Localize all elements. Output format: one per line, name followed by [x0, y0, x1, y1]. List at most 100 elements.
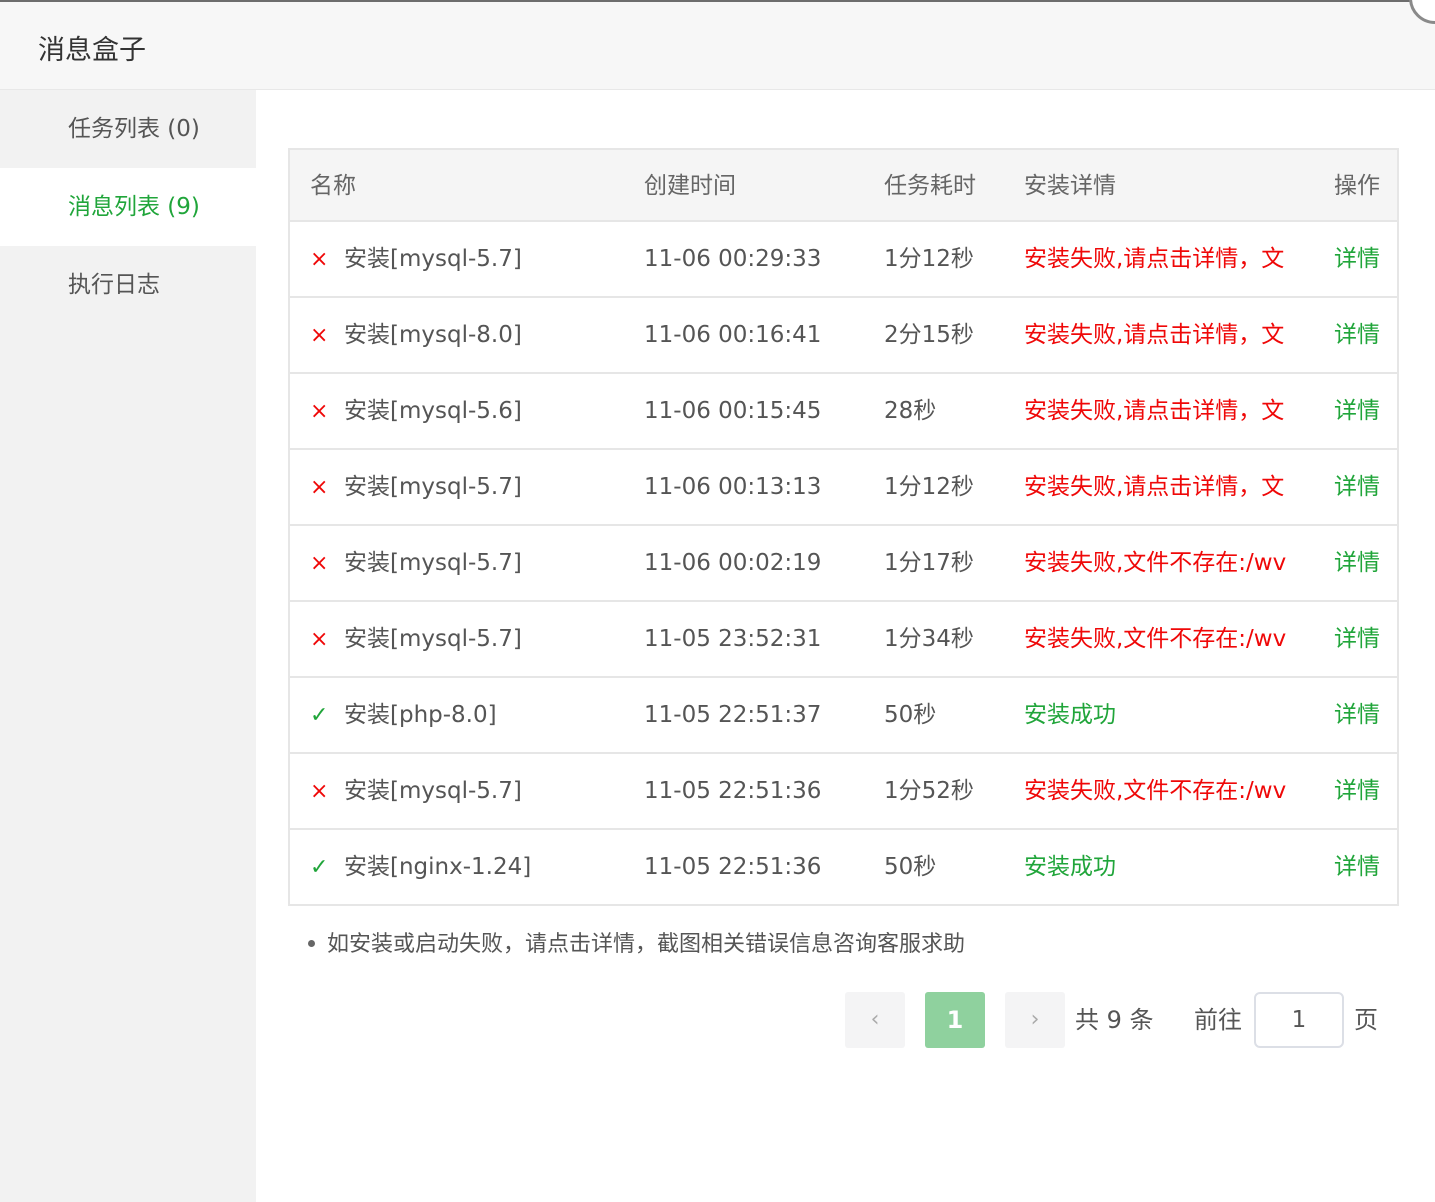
column-header-name: 名称 [310, 173, 356, 199]
task-name-cell: × 安装[mysql-5.7] [310, 602, 640, 677]
message-box-dialog: 消息盒子 任务列表 (0) 消息列表 (9) 执行日志 名称 创建时间 任务耗时… [0, 0, 1435, 1202]
help-tip-text: 如安装或启动失败，请点击详情，截图相关错误信息咨询客服求助 [327, 932, 966, 957]
column-header-created-time: 创建时间 [644, 173, 736, 199]
table-row: ✓ 安装[php-8.0] 11-05 22:51:37 50秒 安装成功 详情 [290, 678, 1397, 754]
task-duration: 1分12秒 [884, 474, 974, 500]
install-detail: 安装失败,文件不存在:/wv [1024, 550, 1287, 576]
page-number-1[interactable]: 1 [925, 992, 985, 1048]
task-name-cell: ✓ 安装[php-8.0] [310, 678, 640, 753]
detail-link[interactable]: 详情 [1334, 526, 1380, 600]
close-x-icon: × [310, 551, 329, 576]
close-x-icon: × [310, 627, 329, 652]
task-name-cell: × 安装[mysql-5.6] [310, 374, 640, 449]
install-detail: 安装失败,请点击详情，文 [1024, 246, 1285, 272]
table-row: × 安装[mysql-5.7] 11-05 22:51:36 1分52秒 安装失败,文件… [290, 754, 1397, 830]
close-x-icon: × [310, 475, 329, 500]
detail-link[interactable]: 详情 [1334, 222, 1380, 296]
help-tip: 如安装或启动失败，请点击详情，截图相关错误信息咨询客服求助 [308, 926, 965, 958]
page-suffix: 页 [1354, 1006, 1378, 1034]
column-header-install-detail: 安装详情 [1024, 173, 1116, 199]
task-duration: 1分52秒 [884, 778, 974, 804]
task-name: 安装[nginx-1.24] [344, 854, 532, 880]
task-name: 安装[mysql-8.0] [344, 322, 522, 348]
created-time: 11-05 22:51:36 [644, 778, 822, 804]
total-count: 共 9 条 [1075, 1006, 1154, 1034]
install-detail: 安装成功 [1024, 854, 1116, 880]
table-row: × 安装[mysql-5.7] 11-06 00:29:33 1分12秒 安装失败,请点… [290, 222, 1397, 298]
task-duration: 2分15秒 [884, 322, 974, 348]
detail-link[interactable]: 详情 [1334, 602, 1380, 676]
table-row: × 安装[mysql-5.7] 11-05 23:52:31 1分34秒 安装失败,文件… [290, 602, 1397, 678]
table-row: × 安装[mysql-5.6] 11-06 00:15:45 28秒 安装失败,请点击详… [290, 374, 1397, 450]
dialog-title: 消息盒子 [38, 35, 146, 66]
close-x-icon: × [310, 779, 329, 804]
task-name: 安装[php-8.0] [344, 702, 497, 728]
table-row: × 安装[mysql-5.7] 11-06 00:13:13 1分12秒 安装失败,请点… [290, 450, 1397, 526]
created-time: 11-06 00:02:19 [644, 550, 822, 576]
task-duration: 28秒 [884, 398, 937, 424]
check-icon: ✓ [310, 703, 329, 728]
dialog-header: 消息盒子 [0, 2, 1435, 90]
install-detail: 安装失败,请点击详情，文 [1024, 474, 1285, 500]
task-name: 安装[mysql-5.7] [344, 246, 522, 272]
install-detail: 安装失败,文件不存在:/wv [1024, 626, 1287, 652]
task-name: 安装[mysql-5.6] [344, 398, 522, 424]
goto-label: 前往 [1194, 1006, 1242, 1034]
task-name-cell: ✓ 安装[nginx-1.24] [310, 830, 640, 904]
created-time: 11-06 00:16:41 [644, 322, 822, 348]
message-table: 名称 创建时间 任务耗时 安装详情 操作 × 安装[mysql-5.7] 11-06… [288, 148, 1399, 906]
install-detail: 安装成功 [1024, 702, 1116, 728]
detail-link[interactable]: 详情 [1334, 298, 1380, 372]
detail-link[interactable]: 详情 [1334, 678, 1380, 752]
close-x-icon: × [310, 247, 329, 272]
created-time: 11-05 23:52:31 [644, 626, 822, 652]
task-duration: 50秒 [884, 854, 937, 880]
goto-page-input[interactable] [1254, 992, 1344, 1048]
created-time: 11-05 22:51:36 [644, 854, 822, 880]
table-row: ✓ 安装[nginx-1.24] 11-05 22:51:36 50秒 安装成功 详情 [290, 830, 1397, 904]
task-name: 安装[mysql-5.7] [344, 550, 522, 576]
check-icon: ✓ [310, 855, 329, 880]
task-name: 安装[mysql-5.7] [344, 626, 522, 652]
install-detail: 安装失败,文件不存在:/wv [1024, 778, 1287, 804]
task-name: 安装[mysql-5.7] [344, 474, 522, 500]
detail-link[interactable]: 详情 [1334, 450, 1380, 524]
task-duration: 1分12秒 [884, 246, 974, 272]
sidebar: 任务列表 (0) 消息列表 (9) 执行日志 [0, 90, 256, 1202]
prev-page-button[interactable]: ‹ [845, 992, 905, 1048]
task-name-cell: × 安装[mysql-5.7] [310, 450, 640, 525]
close-x-icon: × [310, 323, 329, 348]
task-name-cell: × 安装[mysql-5.7] [310, 526, 640, 601]
column-header-duration: 任务耗时 [884, 173, 976, 199]
created-time: 11-05 22:51:37 [644, 702, 822, 728]
pagination: ‹ 1 › 共 9 条 前往 页 [256, 992, 1435, 1048]
task-name-cell: × 安装[mysql-5.7] [310, 222, 640, 297]
task-name: 安装[mysql-5.7] [344, 778, 522, 804]
detail-link[interactable]: 详情 [1334, 830, 1380, 904]
table-row: × 安装[mysql-5.7] 11-06 00:02:19 1分17秒 安装失败,文件… [290, 526, 1397, 602]
main-content: 名称 创建时间 任务耗时 安装详情 操作 × 安装[mysql-5.7] 11-06… [256, 90, 1435, 1202]
next-page-button[interactable]: › [1005, 992, 1065, 1048]
column-header-action: 操作 [1334, 173, 1380, 199]
chevron-right-icon: › [1030, 1007, 1040, 1032]
created-time: 11-06 00:29:33 [644, 246, 822, 272]
detail-link[interactable]: 详情 [1334, 374, 1380, 448]
task-duration: 1分34秒 [884, 626, 974, 652]
task-name-cell: × 安装[mysql-5.7] [310, 754, 640, 829]
task-name-cell: × 安装[mysql-8.0] [310, 298, 640, 373]
table-header: 名称 创建时间 任务耗时 安装详情 操作 [290, 150, 1397, 222]
install-detail: 安装失败,请点击详情，文 [1024, 398, 1285, 424]
sidebar-item-task-list[interactable]: 任务列表 (0) [0, 90, 256, 168]
chevron-left-icon: ‹ [870, 1007, 880, 1032]
created-time: 11-06 00:13:13 [644, 474, 822, 500]
sidebar-item-execution-log[interactable]: 执行日志 [0, 246, 256, 324]
table-row: × 安装[mysql-8.0] 11-06 00:16:41 2分15秒 安装失败,请点… [290, 298, 1397, 374]
task-duration: 50秒 [884, 702, 937, 728]
detail-link[interactable]: 详情 [1334, 754, 1380, 828]
sidebar-item-message-list[interactable]: 消息列表 (9) [0, 168, 256, 246]
install-detail: 安装失败,请点击详情，文 [1024, 322, 1285, 348]
task-duration: 1分17秒 [884, 550, 974, 576]
created-time: 11-06 00:15:45 [644, 398, 822, 424]
bullet-icon [308, 939, 315, 947]
close-x-icon: × [310, 399, 329, 424]
